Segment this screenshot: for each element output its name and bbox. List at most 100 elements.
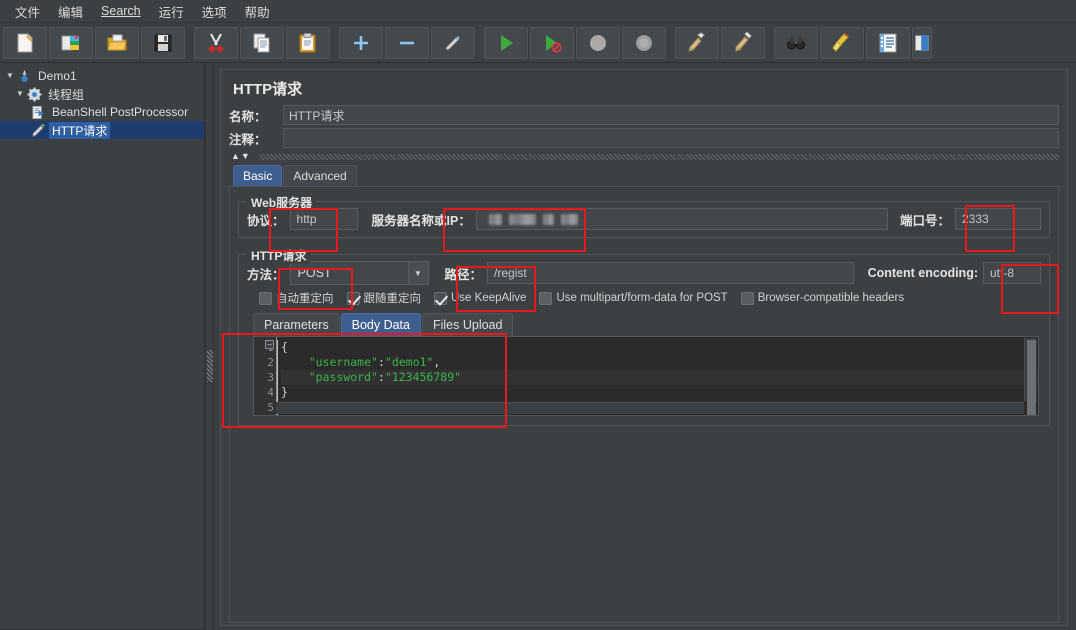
method-select[interactable]: POST ▼ [289, 261, 429, 285]
help-icon[interactable] [912, 26, 932, 59]
paste-icon[interactable] [286, 26, 330, 59]
scrollbar-thumb[interactable] [1027, 340, 1036, 415]
open-icon[interactable] [95, 26, 139, 59]
tree-node-label: Demo1 [38, 69, 77, 83]
editor-vertical-scrollbar[interactable] [1024, 338, 1037, 415]
tree-node-http-request[interactable]: HTTP请求 [0, 121, 204, 139]
main-toolbar [0, 23, 1076, 63]
tree-node-test-plan[interactable]: ▼ Demo1 [0, 67, 204, 85]
cut-icon[interactable] [194, 26, 238, 59]
server-value-redacted [483, 213, 578, 225]
body-data-editor[interactable]: 1 2 3 4 5 – { "usernam [253, 336, 1039, 416]
test-plan-tree[interactable]: ▼ Demo1 ▼ 线程组 BeanShell PostProcessor HT… [0, 63, 205, 630]
checkbox-browser-compatible-headers[interactable]: Browser-compatible headers [740, 291, 904, 305]
checkbox-label: Use KeepAlive [451, 292, 527, 304]
tab-advanced[interactable]: Advanced [283, 165, 357, 186]
path-input[interactable] [487, 262, 854, 284]
checkbox-multipart-form-data[interactable]: Use multipart/form-data for POST [539, 291, 728, 305]
path-label: 路径： [444, 267, 483, 282]
toolbar-separator [331, 27, 338, 59]
line-number-gutter: 1 2 3 4 5 – [254, 337, 276, 415]
start-no-pauses-icon[interactable] [530, 26, 574, 59]
code-line: } [281, 385, 288, 399]
reset-search-icon[interactable] [820, 26, 864, 59]
checkbox-follow-redirect[interactable]: 跟随重定向 [346, 290, 422, 306]
port-input[interactable] [955, 208, 1041, 230]
web-server-row: 协议： 服务器名称或IP： 端口号： [247, 208, 1041, 230]
code-line: "username":"demo1", [308, 355, 441, 369]
search-icon[interactable] [774, 26, 818, 59]
tree-node-label: HTTP请求 [49, 121, 111, 139]
chevron-down-icon[interactable]: ▼ [407, 262, 428, 284]
editor-horizontal-scrollbar[interactable] [276, 402, 1024, 414]
panel-resize-grip[interactable] [258, 153, 1059, 160]
split-grip[interactable] [207, 350, 213, 382]
menu-bar: 文件 编辑 Search 运行 选项 帮助 [0, 0, 1076, 23]
copy-icon[interactable] [240, 26, 284, 59]
clear-all-icon[interactable] [721, 26, 765, 59]
server-input[interactable] [475, 208, 888, 230]
comment-field-row: 注释： [229, 128, 1059, 148]
checkbox-box[interactable] [259, 291, 272, 305]
shutdown-icon[interactable] [622, 26, 666, 59]
sampler-editor-pane: HTTP请求 名称： 注释： ▲ ▼ Basic Advanc [214, 63, 1076, 630]
start-icon[interactable] [484, 26, 528, 59]
toolbar-separator [476, 27, 483, 59]
thread-group-icon [26, 86, 43, 102]
menu-search-label: Search [101, 4, 141, 18]
stop-icon[interactable] [576, 26, 620, 59]
split-divider[interactable] [205, 63, 214, 630]
checkbox-use-keepalive[interactable]: Use KeepAlive [434, 291, 527, 305]
templates-icon[interactable] [49, 26, 93, 59]
line-number: 3 [267, 371, 274, 384]
server-label: 服务器名称或IP： [371, 213, 471, 228]
code-fold-icon[interactable]: – [265, 340, 274, 349]
name-input[interactable] [283, 105, 1059, 125]
new-icon[interactable] [3, 26, 47, 59]
tab-parameters[interactable]: Parameters [253, 313, 340, 336]
http-request-group-title: HTTP请求 [247, 247, 311, 264]
tab-basic[interactable]: Basic [233, 165, 283, 186]
function-helper-icon[interactable] [866, 26, 910, 59]
name-field-row: 名称： [229, 105, 1059, 125]
menu-search[interactable]: Search [92, 2, 150, 20]
checkbox-label: Use multipart/form-data for POST [556, 292, 728, 304]
clear-icon[interactable] [675, 26, 719, 59]
collapse-all-icon[interactable] [385, 26, 429, 59]
checkbox-label: 跟随重定向 [363, 293, 422, 305]
protocol-label: 协议： [247, 213, 285, 228]
checkbox-box[interactable] [539, 291, 553, 305]
menu-run[interactable]: 运行 [150, 0, 193, 23]
tree-node-thread-group[interactable]: ▼ 线程组 [0, 85, 204, 103]
panel-collapse-controls[interactable]: ▲ ▼ [229, 151, 1059, 163]
comment-input[interactable] [283, 128, 1059, 148]
menu-edit[interactable]: 编辑 [49, 0, 92, 23]
chevron-down-icon[interactable]: ▼ [14, 85, 26, 103]
chevron-down-icon[interactable]: ▼ [4, 67, 16, 85]
post-processor-icon [30, 104, 47, 120]
menu-help[interactable]: 帮助 [236, 0, 279, 23]
collapse-up-icon[interactable]: ▲ [231, 152, 240, 161]
test-plan-icon [16, 68, 33, 84]
menu-file[interactable]: 文件 [6, 0, 49, 23]
checkbox-auto-redirect[interactable]: 自动重定向 [259, 290, 334, 306]
protocol-input[interactable] [289, 208, 358, 230]
save-icon[interactable] [141, 26, 185, 59]
checkbox-box[interactable] [346, 291, 360, 305]
expand-all-icon[interactable] [339, 26, 383, 59]
tab-body-data[interactable]: Body Data [340, 313, 421, 336]
line-number: 5 [267, 401, 274, 414]
checkbox-box[interactable] [740, 291, 754, 305]
checkbox-box[interactable] [434, 291, 447, 305]
tree-node-beanshell-postprocessor[interactable]: BeanShell PostProcessor [0, 103, 204, 121]
content-encoding-input[interactable] [983, 262, 1041, 284]
basic-tab-body: Web服务器 协议： 服务器名称或IP： 端口号： [229, 186, 1059, 623]
menu-options[interactable]: 选项 [193, 0, 236, 23]
http-sampler-icon [30, 122, 47, 138]
toggle-icon[interactable] [431, 26, 475, 59]
tree-node-label: BeanShell PostProcessor [52, 105, 189, 119]
tab-files-upload[interactable]: Files Upload [421, 313, 514, 336]
http-request-panel: HTTP请求 名称： 注释： ▲ ▼ Basic Advanc [220, 69, 1068, 626]
collapse-down-icon[interactable]: ▼ [241, 152, 250, 161]
method-value: POST [297, 266, 332, 280]
